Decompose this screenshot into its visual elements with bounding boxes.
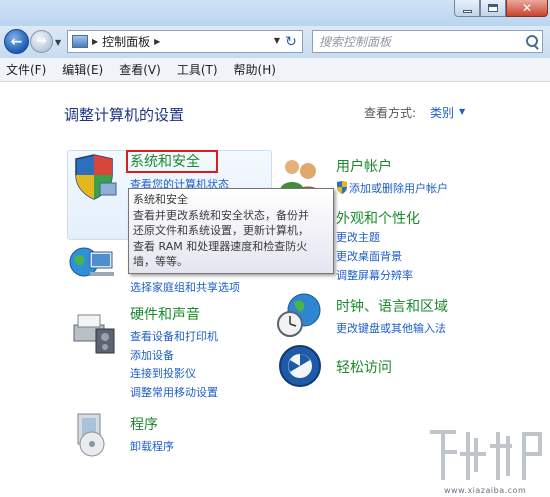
minimize-button[interactable] — [454, 0, 480, 17]
tooltip-title: 系统和安全 — [133, 193, 188, 206]
tooltip-line: 还原文件和系统设置，更新计算机， — [133, 224, 309, 237]
category-appearance[interactable]: 外观和个性化 — [336, 208, 420, 228]
forward-button[interactable]: → — [30, 30, 53, 53]
breadcrumb-control-panel[interactable]: 控制面板 — [102, 33, 150, 50]
category-user-accounts[interactable]: 用户帐户 — [336, 156, 392, 176]
menu-file[interactable]: 文件(F) — [6, 61, 46, 78]
refresh-button[interactable]: ↻ — [280, 30, 302, 53]
search-input[interactable]: 搜索控制面板 — [312, 30, 543, 53]
admin-shield-icon — [337, 181, 347, 194]
back-arrow-icon: ← — [10, 33, 23, 50]
watermark-url: www.xiazaiba.com — [444, 486, 527, 495]
link-connect-projector[interactable]: 连接到投影仪 — [130, 365, 196, 381]
red-highlight-box — [126, 150, 218, 173]
link-change-background[interactable]: 更改桌面背景 — [336, 248, 402, 264]
clock-globe-icon[interactable] — [276, 290, 326, 338]
menu-bar: 文件(F) 编辑(E) 查看(V) 工具(T) 帮助(H) — [0, 58, 550, 82]
link-devices-printers[interactable]: 查看设备和打印机 — [130, 328, 218, 344]
link-uninstall-program[interactable]: 卸载程序 — [130, 438, 174, 454]
maximize-icon — [488, 4, 498, 12]
category-programs[interactable]: 程序 — [130, 414, 158, 434]
page-title: 调整计算机的设置 — [64, 106, 185, 124]
link-screen-resolution[interactable]: 调整屏幕分辨率 — [336, 267, 413, 283]
tooltip-line: 查看并更改系统和安全状态，备份并 — [133, 208, 309, 222]
refresh-icon: ↻ — [285, 33, 297, 50]
forward-arrow-icon: → — [36, 34, 47, 49]
back-button[interactable]: ← — [4, 29, 29, 54]
view-by-label: 查看方式: — [364, 106, 417, 120]
minimize-icon — [462, 9, 472, 13]
breadcrumb-separator-icon[interactable]: ▶ — [92, 37, 98, 46]
link-change-keyboard[interactable]: 更改键盘或其他输入法 — [336, 320, 446, 336]
category-tooltip: 系统和安全 查看并更改系统和安全状态，备份并 还原文件和系统设置，更新计算机， … — [128, 188, 334, 274]
menu-edit[interactable]: 编辑(E) — [62, 61, 103, 78]
hardware-printer-icon[interactable] — [68, 307, 118, 355]
link-add-device[interactable]: 添加设备 — [130, 347, 174, 363]
programs-box-icon[interactable] — [68, 410, 118, 458]
maximize-button[interactable] — [480, 0, 506, 17]
window-controls: ✕ — [454, 0, 548, 18]
site-watermark-logo — [430, 430, 542, 480]
recent-pages-dropdown[interactable]: ▼ — [55, 38, 61, 47]
navigation-bar: ← → ▼ ▶ 控制面板 ▶ ▼ ↻ 搜索控制面板 — [0, 26, 550, 58]
category-hardware-sound[interactable]: 硬件和声音 — [130, 304, 200, 324]
category-ease-of-access[interactable]: 轻松访问 — [336, 357, 392, 377]
link-add-remove-user[interactable]: 添加或删除用户帐户 — [349, 180, 448, 196]
tooltip-line: 墙，等等。 — [133, 255, 188, 268]
link-homegroup-sharing[interactable]: 选择家庭组和共享选项 — [130, 279, 240, 295]
breadcrumb-separator-icon[interactable]: ▶ — [154, 37, 160, 46]
control-panel-icon — [72, 35, 88, 48]
view-by-chevron-icon[interactable]: ▼ — [459, 107, 465, 116]
category-clock-language-region[interactable]: 时钟、语言和区域 — [336, 296, 448, 316]
search-icon[interactable] — [522, 32, 542, 52]
address-bar[interactable]: ▶ 控制面板 ▶ ▼ — [67, 30, 303, 53]
view-by-dropdown[interactable]: 类别 — [430, 104, 454, 121]
search-placeholder: 搜索控制面板 — [319, 35, 392, 49]
window-title-bar: ✕ — [0, 0, 550, 28]
menu-tools[interactable]: 工具(T) — [177, 61, 218, 78]
close-button[interactable]: ✕ — [506, 0, 548, 17]
tooltip-line: 查看 RAM 和处理器速度和检查防火 — [133, 239, 308, 253]
network-globe-icon[interactable] — [68, 242, 118, 290]
link-change-theme[interactable]: 更改主题 — [336, 229, 380, 245]
menu-view[interactable]: 查看(V) — [119, 61, 161, 78]
close-icon: ✕ — [521, 1, 533, 15]
system-security-shield-icon[interactable] — [70, 153, 120, 201]
ease-of-access-icon[interactable] — [276, 342, 326, 390]
control-panel-content: 调整计算机的设置 查看方式: 类别 ▼ 系统和安全 查看您的计算机状态 选择家庭… — [0, 82, 550, 497]
menu-help[interactable]: 帮助(H) — [234, 61, 276, 78]
link-mobility-settings[interactable]: 调整常用移动设置 — [130, 384, 218, 400]
